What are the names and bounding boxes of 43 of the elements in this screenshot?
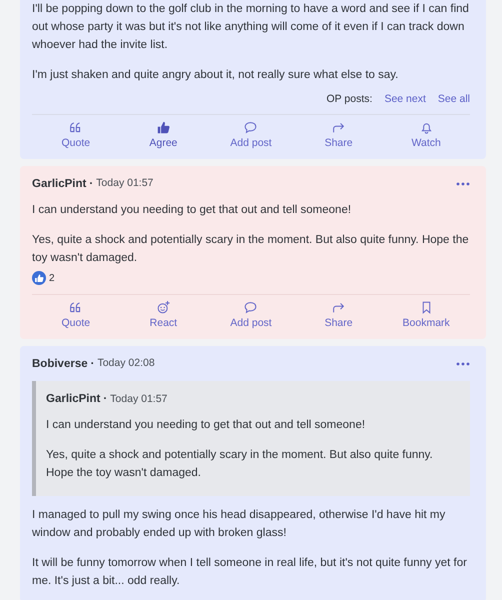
post-paragraph: Yes, quite a shock and potentially scary in the moment. But also quite funny. Hope the toy wasn't damaged. <box>32 232 470 266</box>
author-name: Bobiverse <box>32 356 88 372</box>
more-menu-icon[interactable] <box>456 362 470 366</box>
action-button[interactable]: Add post <box>207 294 295 338</box>
quote-icon <box>69 120 82 134</box>
thumbs-up-icon <box>156 120 170 134</box>
post-paragraph: It will be funny tomorrow when I tell someone in real life, but it's not quite funny yet for me. It's just a bit... odd really. <box>32 556 468 589</box>
action-button[interactable]: Bookmark <box>382 294 470 338</box>
author-name: GarlicPint <box>32 176 86 192</box>
thumbs-up-icon <box>32 271 46 286</box>
post-time: Today 02:08 <box>97 356 155 372</box>
op-posts-link[interactable]: See next <box>384 92 426 108</box>
post-paragraph: Yes, quite a shock and potentially scary in the moment. But also quite funny. Hope the toy wasn't damaged. <box>46 448 434 481</box>
action-button[interactable]: React <box>120 294 208 338</box>
speech-bubble-icon <box>244 300 258 314</box>
share-icon <box>332 300 346 314</box>
reaction-count[interactable]: 2 <box>49 270 55 286</box>
op-posts-label: OP posts: <box>326 92 372 107</box>
action-button[interactable]: Share <box>294 294 382 338</box>
smiley-plus-icon <box>156 300 170 314</box>
post-time: Today 01:57 <box>110 392 168 406</box>
action-button[interactable]: Quote <box>32 114 120 158</box>
action-button[interactable]: Watch <box>382 114 470 158</box>
op-posts-link[interactable]: See all <box>438 92 470 108</box>
separator: · <box>103 392 108 407</box>
more-menu-icon[interactable] <box>456 182 470 186</box>
action-button[interactable]: Quote <box>32 294 120 338</box>
post-paragraph: I'm just shaken and quite angry about it, not really sure what else to say. <box>32 68 400 83</box>
separator: · <box>90 356 94 372</box>
speech-bubble-icon <box>244 120 258 134</box>
share-icon <box>332 120 346 134</box>
post-paragraph: I can understand you needing to get that out and tell someone! <box>46 418 366 433</box>
action-button[interactable]: Share <box>294 114 382 158</box>
post-paragraph: I'll be popping down to the golf club in the morning to have a word and see if I can find out whose party it was but it's not like anything will come of it even if I can track down whoever had the invite list. <box>32 2 470 53</box>
quote-icon <box>69 300 82 314</box>
post-paragraph: I can understand you needing to get that out and tell someone! <box>32 202 352 218</box>
author-name: GarlicPint <box>46 392 100 407</box>
bell-icon <box>420 120 433 134</box>
post-time: Today 01:57 <box>96 176 154 192</box>
post-paragraph: I managed to pull my swing once his head disappeared, otherwise I'd have hit my window and probably ended up with broken glass! <box>32 508 446 541</box>
separator: · <box>89 176 94 192</box>
action-button[interactable]: Add post <box>207 114 295 158</box>
action-button[interactable]: Agree <box>120 114 208 158</box>
